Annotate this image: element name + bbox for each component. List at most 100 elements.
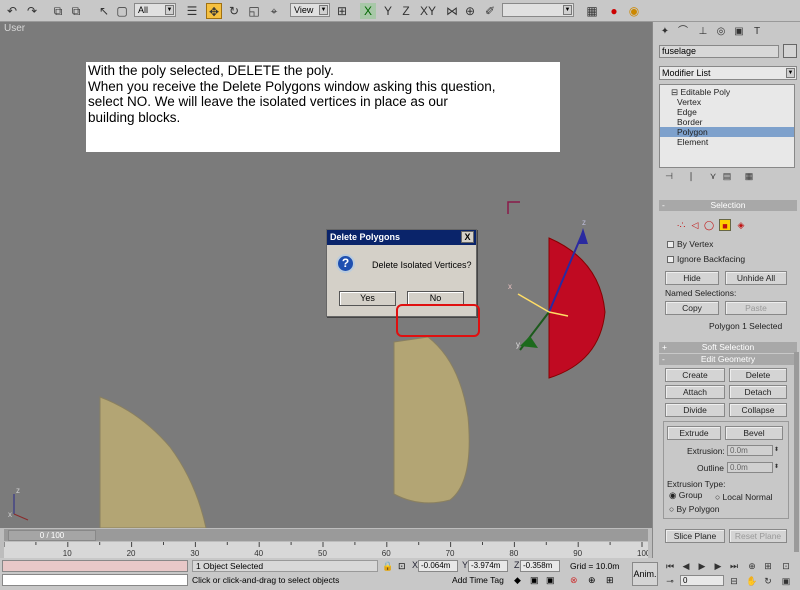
create-tab-icon[interactable]: ✦ (659, 26, 671, 38)
soft-selection-rollout-header[interactable]: + Soft Selection (659, 342, 797, 353)
zoom-all-icon[interactable]: ⊞ (762, 560, 774, 572)
divide-button[interactable]: Divide (665, 403, 725, 417)
close-icon[interactable]: X (461, 231, 474, 243)
polygon-subobject-icon[interactable]: ■ (719, 219, 731, 231)
select-object-icon[interactable]: ↖ (96, 3, 112, 19)
bevel-button[interactable]: Bevel (725, 426, 783, 440)
pan-icon[interactable]: ✋ (746, 575, 758, 587)
hierarchy-tab-icon[interactable]: ⊥ (697, 26, 709, 38)
stack-item-polygon[interactable]: Polygon (660, 127, 794, 137)
paste-button[interactable]: Paste (725, 301, 787, 315)
time-slider-thumb[interactable]: 0 / 100 (8, 530, 96, 541)
snap-toggle-icon[interactable]: ◆ (514, 575, 521, 586)
maximize-viewport-icon[interactable]: ▣ (780, 575, 792, 587)
time-config-icon[interactable]: ⊞ (606, 575, 614, 586)
extrude-button[interactable]: Extrude (667, 426, 721, 440)
utilities-tab-icon[interactable]: T (751, 26, 763, 38)
curve-editor-icon[interactable]: ▦ (584, 3, 600, 19)
delete-button[interactable]: Delete (729, 368, 787, 382)
reset-plane-button[interactable]: Reset Plane (729, 529, 787, 543)
outline-spinner[interactable]: 0.0m ⬍ (727, 462, 779, 473)
pin-stack-icon[interactable]: ⊣ (663, 170, 675, 182)
absolute-mode-icon[interactable]: ⊡ (398, 561, 406, 572)
go-to-end-icon[interactable]: ⏭ (728, 560, 740, 572)
stack-item-border[interactable]: Border (660, 117, 794, 127)
play-icon[interactable]: ▶ (696, 560, 708, 572)
named-selection-dropdown[interactable]: ▼ (502, 3, 574, 17)
remove-modifier-icon[interactable]: ▤ (721, 170, 733, 182)
select-rotate-icon[interactable]: ↻ (226, 3, 242, 19)
modify-tab-icon[interactable]: ⌒ (677, 26, 689, 38)
panel-scrollbar[interactable] (794, 352, 799, 552)
time-config-icon[interactable]: ⊟ (728, 575, 740, 587)
undo-icon[interactable]: ↶ (4, 3, 20, 19)
add-time-tag[interactable]: Add Time Tag (452, 575, 504, 585)
maxscript-input-mini[interactable] (2, 574, 188, 586)
unlink-icon[interactable]: ⧉ (68, 3, 84, 19)
vertex-subobject-icon[interactable]: ·∴ (675, 219, 687, 231)
spinner-snap-icon[interactable]: ⊗ (570, 575, 578, 586)
by-vertex-checkbox[interactable] (667, 241, 674, 248)
slice-plane-button[interactable]: Slice Plane (665, 529, 725, 543)
previous-frame-icon[interactable]: ◀ (680, 560, 692, 572)
mirror-icon[interactable]: ⋈ (444, 3, 460, 19)
unhide-all-button[interactable]: Unhide All (725, 271, 787, 285)
copy-button[interactable]: Copy (665, 301, 719, 315)
key-icon[interactable]: ⊸ (664, 575, 676, 587)
key-mode-icon[interactable]: ⊕ (588, 575, 596, 586)
render-icon[interactable]: ◉ (626, 3, 642, 19)
axis-z-icon[interactable]: Z (398, 3, 414, 19)
maxscript-listener-mini[interactable] (2, 560, 188, 572)
stack-item-vertex[interactable]: Vertex (660, 97, 794, 107)
local-normal-radio[interactable]: ○ Local Normal (715, 492, 773, 502)
pivot-icon[interactable]: ⌖ (266, 3, 282, 19)
border-subobject-icon[interactable]: ◯ (703, 219, 715, 231)
edge-subobject-icon[interactable]: ◁ (689, 219, 701, 231)
arc-rotate-icon[interactable]: ↻ (762, 575, 774, 587)
x-coord-field[interactable]: -0.064m (418, 560, 458, 572)
ignore-backfacing-checkbox[interactable] (667, 256, 674, 263)
stack-item-element[interactable]: Element (660, 137, 794, 147)
lock-selection-icon[interactable]: 🔒 (382, 561, 393, 572)
select-move-icon[interactable]: ✥ (206, 3, 222, 19)
spinner-arrows-icon[interactable]: ⬍ (774, 463, 780, 472)
redo-icon[interactable]: ↷ (24, 3, 40, 19)
y-coord-field[interactable]: -3.974m (468, 560, 508, 572)
select-scale-icon[interactable]: ◱ (246, 3, 262, 19)
select-by-name-icon[interactable]: ☰ (184, 3, 200, 19)
stack-root-item[interactable]: ⊟ Editable Poly (660, 87, 794, 97)
show-end-result-icon[interactable]: ❘ (685, 170, 697, 182)
percent-snap-icon[interactable]: ▣ (546, 575, 555, 586)
time-slider-track[interactable]: 0 / 100 (4, 529, 648, 541)
spinner-arrows-icon[interactable]: ⬍ (774, 446, 780, 455)
detach-button[interactable]: Detach (729, 385, 787, 399)
reference-coord-dropdown[interactable]: View ▼ (290, 3, 330, 17)
use-pivot-center-icon[interactable]: ⊞ (334, 3, 350, 19)
auto-key-button[interactable]: Anim. (632, 562, 658, 586)
select-link-icon[interactable]: ⧉ (50, 3, 66, 19)
attach-button[interactable]: Attach (665, 385, 725, 399)
timeline-ruler[interactable]: 10 20 30 40 50 60 70 80 90 100 (3, 542, 651, 558)
selection-rollout-header[interactable]: - Selection (659, 200, 797, 211)
edit-geometry-rollout-header[interactable]: - Edit Geometry (659, 354, 797, 365)
extrusion-spinner[interactable]: 0.0m ⬍ (727, 445, 779, 456)
yes-button[interactable]: Yes (339, 291, 396, 306)
angle-snap-icon[interactable]: ▣ (530, 575, 539, 586)
element-subobject-icon[interactable]: ◈ (735, 219, 747, 231)
motion-tab-icon[interactable]: ◎ (715, 26, 727, 38)
make-unique-icon[interactable]: ⋎ (707, 170, 719, 182)
by-polygon-radio[interactable]: ○ By Polygon (669, 504, 720, 514)
object-name-field[interactable]: fuselage (659, 45, 779, 58)
configure-modifiers-icon[interactable]: ▦ (743, 170, 755, 182)
collapse-button[interactable]: Collapse (729, 403, 787, 417)
selection-filter-dropdown[interactable]: All ▼ (134, 3, 176, 17)
axis-xy-icon[interactable]: XY (418, 3, 438, 19)
object-color-swatch[interactable] (783, 44, 797, 58)
z-coord-field[interactable]: -0.358m (520, 560, 560, 572)
go-to-start-icon[interactable]: ⏮ (664, 560, 676, 572)
axis-x-icon[interactable]: X (360, 3, 376, 19)
group-radio[interactable]: ◉ Group (669, 490, 702, 501)
snap-icon[interactable]: ✐ (482, 3, 498, 19)
hide-button[interactable]: Hide (665, 271, 719, 285)
create-button[interactable]: Create (665, 368, 725, 382)
